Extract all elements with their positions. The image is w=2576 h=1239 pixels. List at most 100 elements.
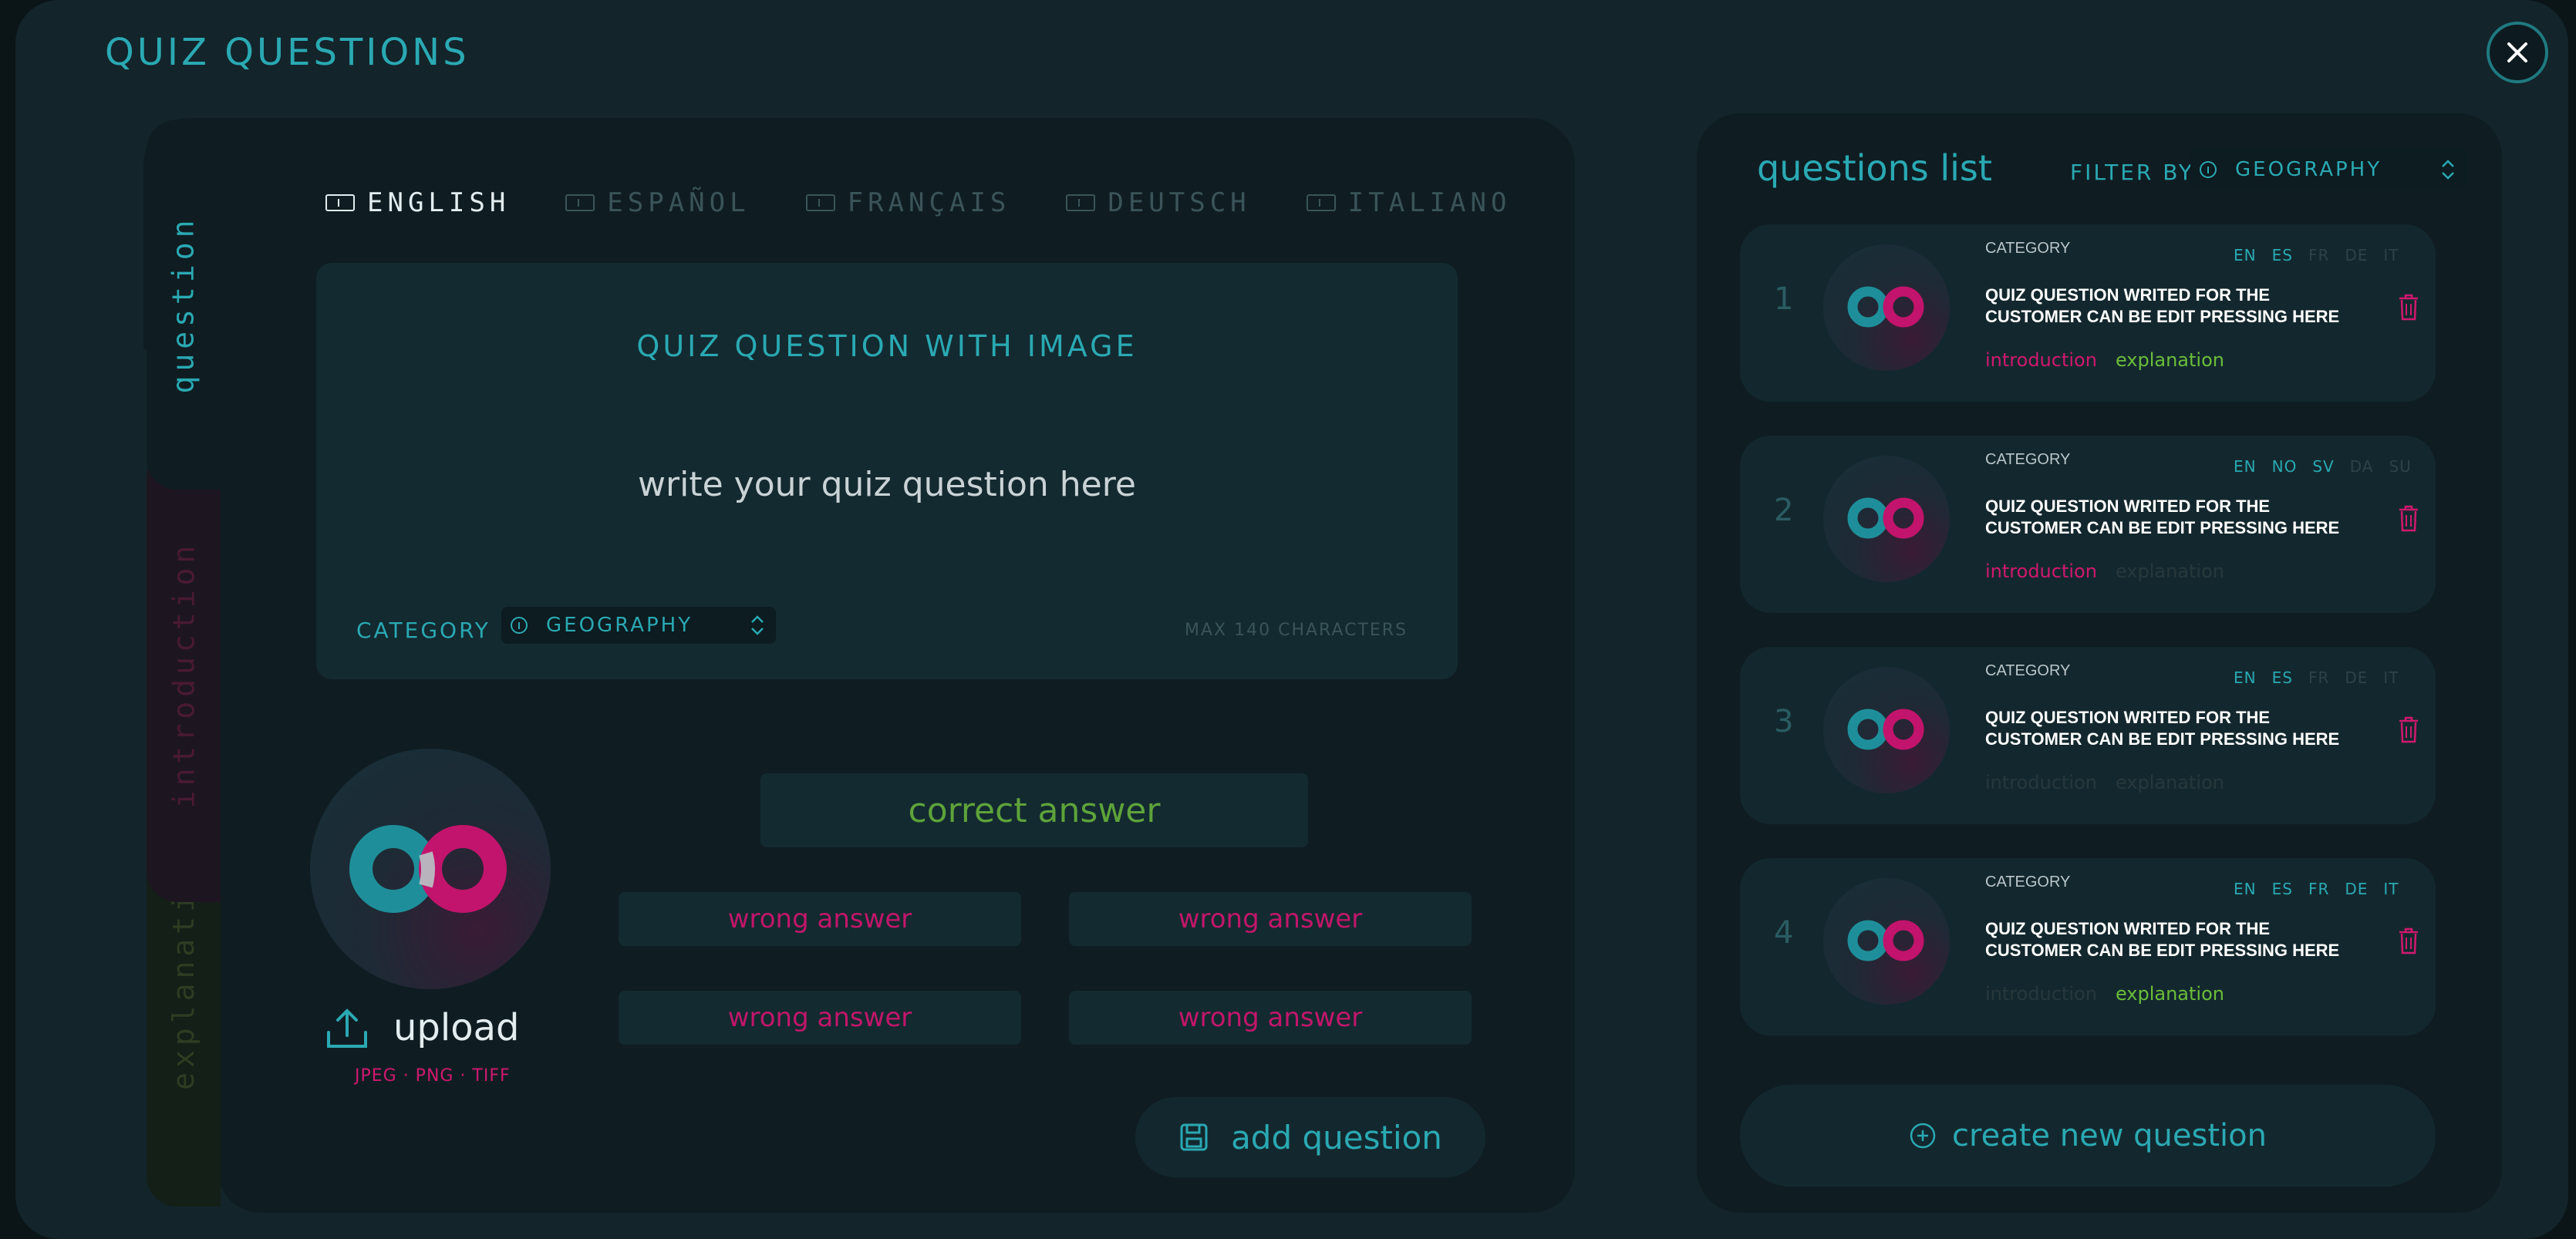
question-category: CATEGORY [1985,240,2071,257]
language-code: EN [2234,457,2257,476]
category-select[interactable]: GEOGRAPHY [501,607,776,644]
language-tab-italiano[interactable]: ITALIANO [1306,187,1512,218]
question-thumbnail [1823,244,1950,371]
language-tab-label: ESPAÑOL [607,187,750,218]
question-card[interactable]: 1 CATEGORY EN ES FR DE IT QUIZ QUESTION WRITED … [1740,224,2436,402]
filter-label: FILTER BY [2070,160,2195,185]
question-image[interactable] [310,749,551,989]
wrong-answer-field-4[interactable]: wrong answer [1069,991,1472,1045]
language-tab-label: FRANÇAIS [847,187,1011,218]
language-tab-français[interactable]: FRANÇAIS [805,187,1011,218]
wrong-answer-field-2[interactable]: wrong answer [1069,892,1472,946]
quiz-questions-window: QUIZ QUESTIONS explanation introduction … [15,0,2568,1239]
language-tab-label: DEUTSCH [1108,187,1251,218]
explanation-tag[interactable]: explanation [2116,983,2224,1005]
question-tags: introduction explanation [1985,772,2243,793]
add-question-button[interactable]: add question [1135,1097,1485,1177]
language-code: FR [2308,246,2330,264]
tab-question[interactable]: question [147,120,221,490]
introduction-tag[interactable]: introduction [1985,349,2097,371]
language-tabs: ENGLISH ESPAÑOL FRANÇAIS DEUTSCH ITALIANO [325,187,1566,218]
introduction-tag[interactable]: introduction [1985,772,2097,793]
language-tab-español[interactable]: ESPAÑOL [565,187,750,218]
language-code: ES [2271,668,2293,687]
category-label: CATEGORY [356,618,491,643]
language-code: ES [2271,880,2293,898]
upload-button[interactable]: upload [324,1005,519,1051]
tab-question-label: question [167,215,201,394]
explanation-tag[interactable]: explanation [2116,349,2224,371]
language-code: EN [2234,880,2257,898]
language-code: IT [2383,668,2399,687]
language-code: EN [2234,246,2257,264]
language-code: IT [2383,880,2399,898]
question-thumbnail [1823,878,1950,1005]
question-card[interactable]: 4 CATEGORY EN ES FR DE IT QUIZ QUESTION WRITED … [1740,858,2436,1035]
flag-icon [1066,194,1096,211]
question-text[interactable]: QUIZ QUESTION WRITED FOR THE CUSTOMER CA… [1985,284,2371,328]
upload-label: upload [393,1006,520,1049]
question-thumbnail [1823,456,1950,582]
tab-introduction[interactable]: introduction [147,447,221,902]
questions-list-panel: questions list FILTER BY GEOGRAPHY 1 CATE… [1697,113,2502,1213]
language-tab-label: ITALIANO [1347,187,1512,218]
flag-icon [325,194,355,211]
question-number: 3 [1774,704,1794,739]
question-tags: introduction explanation [1985,561,2243,582]
language-code: DA [2349,457,2374,476]
category-select-value: GEOGRAPHY [546,614,693,637]
explanation-tag[interactable]: explanation [2116,561,2224,582]
wrong-answer-field-3[interactable]: wrong answer [619,991,1021,1045]
close-button[interactable] [2487,22,2548,83]
question-text[interactable]: QUIZ QUESTION WRITED FOR THE CUSTOMER CA… [1985,707,2371,750]
question-input-box[interactable]: QUIZ QUESTION WITH IMAGE write your quiz… [316,263,1458,679]
upload-icon [327,1008,367,1048]
flag-icon [1306,194,1336,211]
question-category: CATEGORY [1985,662,2071,679]
question-number: 1 [1774,281,1794,317]
question-languages: EN ES FR DE IT [2234,880,2415,898]
max-characters-hint: MAX 140 CHARACTERS [1185,621,1408,640]
language-code: FR [2308,668,2330,687]
explanation-tag[interactable]: explanation [2116,772,2224,793]
flag-icon [805,194,835,211]
language-code: NO [2271,457,2298,476]
language-code: SV [2312,457,2335,476]
close-icon [2507,42,2527,62]
question-tags: introduction explanation [1985,349,2243,371]
filter-select-value: GEOGRAPHY [2235,158,2382,181]
language-tab-label: ENGLISH [367,187,511,218]
chevron-updown-icon [2442,160,2454,180]
question-languages: EN NO SV DA SU [2234,457,2427,476]
question-editor: ENGLISH ESPAÑOL FRANÇAIS DEUTSCH ITALIANO QU… [217,118,1575,1213]
question-number: 2 [1774,493,1794,528]
infinity-logo-icon [349,825,507,913]
question-input-placeholder[interactable]: write your quiz question here [316,465,1458,504]
question-text[interactable]: QUIZ QUESTION WRITED FOR THE CUSTOMER CA… [1985,918,2371,961]
language-code: ES [2271,246,2293,264]
chevron-updown-icon [751,615,764,635]
question-text[interactable]: QUIZ QUESTION WRITED FOR THE CUSTOMER CA… [1985,496,2371,539]
filter-select[interactable]: GEOGRAPHY [2190,149,2466,190]
question-card[interactable]: 2 CATEGORY EN NO SV DA SU QUIZ QUESTION WRITED … [1740,436,2436,613]
language-code: DE [2345,246,2369,264]
language-code: DE [2345,880,2369,898]
info-icon [511,617,528,634]
language-code: SU [2389,457,2412,476]
question-languages: EN ES FR DE IT [2234,246,2415,264]
introduction-tag[interactable]: introduction [1985,983,2097,1005]
introduction-tag[interactable]: introduction [1985,561,2097,582]
language-code: EN [2234,668,2257,687]
question-card[interactable]: 3 CATEGORY EN ES FR DE IT QUIZ QUESTION WRITED … [1740,647,2436,824]
question-category: CATEGORY [1985,874,2071,891]
tab-introduction-label: introduction [167,540,201,809]
language-tab-deutsch[interactable]: DEUTSCH [1066,187,1250,218]
add-circle-icon [1910,1123,1936,1149]
create-new-question-button[interactable]: create new question [1740,1085,2436,1187]
create-new-question-label: create new question [1952,1118,2267,1153]
question-languages: EN ES FR DE IT [2234,668,2415,687]
correct-answer-field[interactable]: correct answer [760,773,1308,847]
add-question-label: add question [1231,1118,1442,1157]
language-tab-english[interactable]: ENGLISH [325,187,510,218]
wrong-answer-field-1[interactable]: wrong answer [619,892,1021,946]
